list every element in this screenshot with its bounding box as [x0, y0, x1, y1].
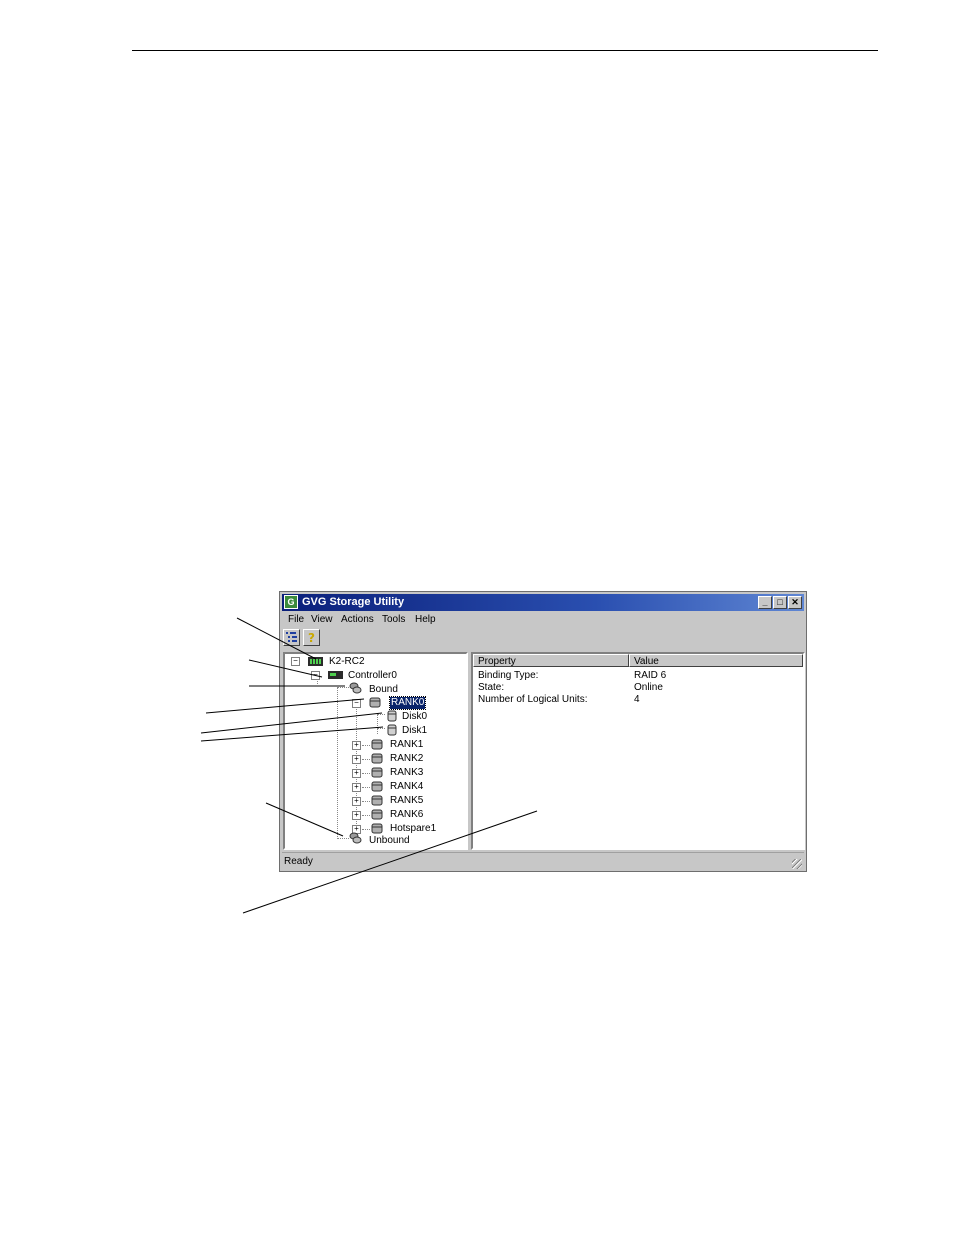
tree-node-rank5[interactable]: RANK5	[390, 795, 423, 807]
column-header-value[interactable]: Value	[629, 654, 803, 667]
maximize-icon[interactable]: □	[773, 596, 787, 609]
tree-connector	[377, 713, 378, 734]
tree-connector	[356, 701, 357, 828]
disk-stack-icon	[371, 823, 383, 834]
tree-connector	[377, 714, 385, 715]
toolbar: ?	[282, 628, 804, 648]
svg-text:?: ?	[308, 631, 315, 645]
app-icon: G	[284, 595, 298, 609]
tree-connector	[362, 829, 370, 830]
tree-connector	[362, 801, 370, 802]
tree-node-rank4[interactable]: RANK4	[390, 781, 423, 793]
tree-connector	[377, 728, 385, 729]
tree-node-rank3[interactable]: RANK3	[390, 767, 423, 779]
rank2-expand-toggle[interactable]: +	[352, 755, 361, 764]
storage-utility-window: G GVG Storage Utility _ □ ✕ File View Ac…	[279, 591, 807, 872]
disk-icon	[387, 724, 397, 736]
status-text: Ready	[284, 856, 313, 867]
controller-icon	[328, 671, 343, 679]
value-cell: Online	[634, 682, 663, 693]
rank4-expand-toggle[interactable]: +	[352, 783, 361, 792]
rank5-expand-toggle[interactable]: +	[352, 797, 361, 806]
column-header-property[interactable]: Property	[473, 654, 629, 667]
value-cell: RAID 6	[634, 670, 667, 681]
tree-node-rank0-selected[interactable]: RANK0	[388, 696, 427, 710]
tree-connector	[362, 759, 370, 760]
tree-view-icon	[286, 632, 297, 642]
menu-tools[interactable]: Tools	[382, 612, 405, 628]
root-collapse-toggle[interactable]: −	[291, 657, 300, 666]
minimize-icon[interactable]: _	[758, 596, 772, 609]
disk-group-icon	[349, 832, 362, 844]
tree-connector	[362, 815, 370, 816]
value-cell: 4	[634, 694, 640, 705]
disk-stack-icon	[371, 781, 383, 792]
disk-stack-icon	[371, 767, 383, 778]
tree-node-disk1[interactable]: Disk1	[402, 725, 427, 737]
property-cell: State:	[478, 682, 505, 693]
disk-stack-icon	[371, 739, 383, 750]
rank0-collapse-toggle[interactable]: −	[352, 699, 361, 708]
property-cell: Number of Logical Units:	[478, 694, 588, 705]
tree-pane[interactable]: − K2-RC2 − Controller0 Bound − RANK0 Dis…	[283, 652, 468, 850]
menu-help[interactable]: Help	[415, 612, 436, 628]
disk-stack-icon	[371, 753, 383, 764]
window-title: GVG Storage Utility	[302, 596, 405, 608]
close-icon[interactable]: ✕	[788, 596, 802, 609]
resize-grip-icon[interactable]	[792, 859, 802, 869]
disk-group-icon	[349, 682, 362, 694]
menu-bar: File View Actions Tools Help	[282, 612, 804, 628]
tree-connector	[362, 773, 370, 774]
disk-stack-icon	[371, 809, 383, 820]
property-cell: Binding Type:	[478, 670, 539, 681]
help-question-icon: ?	[308, 631, 315, 645]
rank6-expand-toggle[interactable]: +	[352, 811, 361, 820]
tree-connector	[337, 687, 338, 837]
tree-node-rank6[interactable]: RANK6	[390, 809, 423, 821]
tree-node-rank1[interactable]: RANK1	[390, 739, 423, 751]
tree-node-hotspare[interactable]: Hotspare1	[390, 823, 436, 835]
tree-node-bound[interactable]: Bound	[369, 684, 398, 696]
title-bar[interactable]: G GVG Storage Utility _ □ ✕	[282, 594, 804, 611]
menu-file[interactable]: File	[288, 612, 304, 628]
tree-connector	[337, 687, 349, 688]
tree-connector	[362, 787, 370, 788]
controller-collapse-toggle[interactable]: −	[311, 671, 320, 680]
rank1-expand-toggle[interactable]: +	[352, 741, 361, 750]
tree-connector	[362, 745, 370, 746]
tree-view-button[interactable]	[283, 629, 300, 646]
rank3-expand-toggle[interactable]: +	[352, 769, 361, 778]
tree-node-disk0[interactable]: Disk0	[402, 711, 427, 723]
menu-actions[interactable]: Actions	[341, 612, 374, 628]
property-list-pane[interactable]: Property Value Binding Type: RAID 6 Stat…	[471, 652, 805, 850]
tree-node-root[interactable]: K2-RC2	[329, 656, 365, 668]
tree-node-controller[interactable]: Controller0	[348, 670, 397, 682]
storage-chassis-icon	[308, 657, 323, 666]
tree-node-rank2[interactable]: RANK2	[390, 753, 423, 765]
page-top-rule	[132, 50, 878, 51]
disk-stack-icon	[369, 697, 381, 708]
tree-connector	[337, 838, 349, 839]
disk-stack-icon	[371, 795, 383, 806]
help-button[interactable]: ?	[303, 629, 320, 646]
disk-icon	[387, 710, 397, 722]
tree-node-unbound[interactable]: Unbound	[369, 835, 410, 847]
status-bar: Ready	[282, 852, 804, 871]
menu-view[interactable]: View	[311, 612, 333, 628]
